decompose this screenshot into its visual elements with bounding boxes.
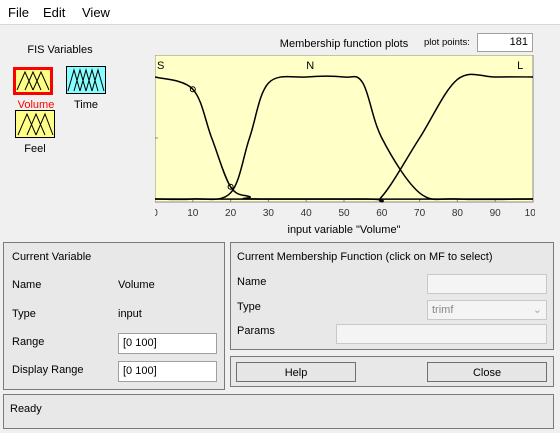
name-label: Name xyxy=(12,279,42,291)
current-variable-title: Current Variable xyxy=(12,251,92,263)
x-tick-label: 60 xyxy=(376,208,388,219)
current-mf-panel: Current Membership Function (click on MF… xyxy=(230,242,554,350)
name-value: Volume xyxy=(118,279,155,291)
menu-file[interactable]: File xyxy=(8,5,29,20)
input-mf-icon xyxy=(16,70,50,92)
x-tick-label: 10 xyxy=(187,208,199,219)
menu-bar: File Edit View xyxy=(0,0,560,25)
status-text: Ready xyxy=(10,403,42,415)
buttons-panel: Help Close xyxy=(230,356,554,387)
variable-feel-button[interactable] xyxy=(15,110,55,138)
menu-view[interactable]: View xyxy=(82,5,110,20)
x-axis-label: input variable "Volume" xyxy=(287,224,401,236)
output-mf-icon xyxy=(67,67,105,93)
x-tick-label: 30 xyxy=(263,208,275,219)
mf-params-input[interactable] xyxy=(336,324,547,344)
plot-points-label: plot points: xyxy=(424,37,470,48)
x-tick-label: 80 xyxy=(452,208,464,219)
x-tick-label: 0 xyxy=(155,208,158,219)
mf-type-label: Type xyxy=(237,301,261,313)
status-panel: Ready xyxy=(3,394,554,429)
membership-function-plot[interactable]: 010203040506070809010000.51SNL xyxy=(155,55,535,225)
menu-edit[interactable]: Edit xyxy=(43,5,65,20)
x-tick-label: 70 xyxy=(414,208,426,219)
x-tick-label: 50 xyxy=(338,208,350,219)
current-variable-panel: Current Variable Name Volume Type input … xyxy=(3,242,225,390)
chevron-down-icon: ⌄ xyxy=(532,304,542,316)
variable-time-label: Time xyxy=(73,99,99,111)
variable-time-button[interactable] xyxy=(66,66,106,94)
mf-params-label: Params xyxy=(237,325,275,337)
fis-variables-title: FIS Variables xyxy=(27,44,93,56)
display-range-label: Display Range xyxy=(12,364,84,376)
variable-feel-label: Feel xyxy=(24,143,46,155)
mf-name-n: N xyxy=(306,60,314,72)
variable-volume-button[interactable] xyxy=(13,67,53,95)
x-tick-label: 40 xyxy=(301,208,313,219)
close-button[interactable]: Close xyxy=(427,362,547,382)
display-range-input[interactable]: [0 100] xyxy=(118,361,217,382)
range-input[interactable]: [0 100] xyxy=(118,333,217,354)
mf-name-l: L xyxy=(517,60,523,72)
current-mf-title: Current Membership Function (click on MF… xyxy=(237,251,493,263)
x-tick-label: 90 xyxy=(490,208,502,219)
mf-type-select[interactable]: trimf ⌄ xyxy=(427,300,547,320)
range-label: Range xyxy=(12,336,45,348)
mf-name-s: S xyxy=(157,60,164,72)
mf-name-label: Name xyxy=(237,276,267,288)
input-mf-icon xyxy=(16,111,54,137)
x-tick-label: 100 xyxy=(525,208,535,219)
help-button[interactable]: Help xyxy=(236,362,356,382)
x-tick-label: 20 xyxy=(225,208,237,219)
mf-type-value: trimf xyxy=(432,304,454,316)
type-value: input xyxy=(118,308,142,320)
plot-points-input[interactable]: 181 xyxy=(477,33,533,52)
type-label: Type xyxy=(12,308,36,320)
mf-name-input[interactable] xyxy=(427,274,547,294)
